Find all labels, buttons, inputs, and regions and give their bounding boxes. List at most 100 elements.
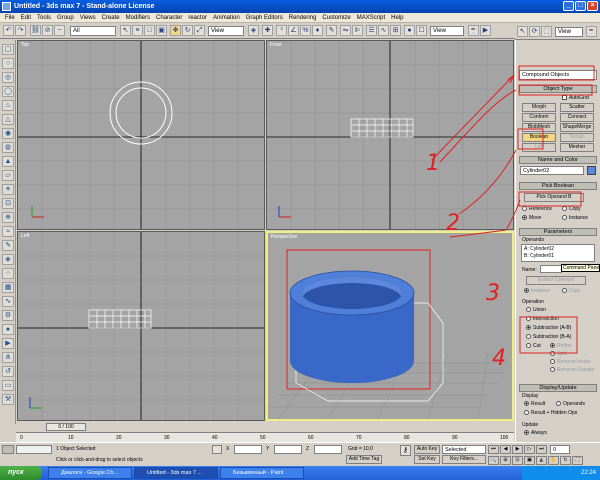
viewport-left[interactable]: Left xyxy=(17,231,265,421)
select-move-icon[interactable]: ✥ xyxy=(170,25,181,36)
cone-icon[interactable]: △ xyxy=(2,114,14,125)
torus-icon[interactable]: ◯ xyxy=(2,86,14,97)
region-select-icon[interactable]: □ xyxy=(144,25,155,36)
split-radio[interactable]: Split xyxy=(550,351,567,357)
previous-frame-icon[interactable]: ◀ xyxy=(500,445,511,454)
bind-spacewarp-icon[interactable]: ~ xyxy=(54,25,65,36)
taskbar-item-paint[interactable]: Безымянный - Paint xyxy=(220,467,304,479)
light-icon[interactable]: ☀ xyxy=(2,184,14,195)
operand-a[interactable]: A: Cylinder02 xyxy=(524,246,554,252)
name-color-rollout[interactable]: Name and Color xyxy=(519,156,597,164)
maxscript-mini-listener[interactable] xyxy=(16,445,52,454)
conform-button[interactable]: Conform xyxy=(522,113,556,122)
helper-icon[interactable]: ⊕ xyxy=(2,212,14,223)
spacewarp-icon[interactable]: ≈ xyxy=(2,226,14,237)
patch-icon[interactable]: ▦ xyxy=(2,282,14,293)
mirror-icon[interactable]: ⇋ xyxy=(340,25,351,36)
pick-boolean-rollout[interactable]: Pick Boolean xyxy=(519,182,597,190)
scatter-button[interactable]: Scatter xyxy=(560,103,594,112)
move-radio[interactable]: Move xyxy=(522,215,541,221)
extract-operand-button[interactable]: Extract Operand xyxy=(526,276,586,285)
render-type-select[interactable]: View xyxy=(430,26,464,36)
material-editor-icon[interactable]: ● xyxy=(404,25,415,36)
fov-icon[interactable]: ◭ xyxy=(536,456,547,465)
add-time-tag-button[interactable]: Add Time Tag xyxy=(346,455,382,464)
angle-snap-icon[interactable]: ∠ xyxy=(288,25,299,36)
boolean-button[interactable]: Boolean xyxy=(522,133,556,142)
render-scene-icon[interactable]: ☐ xyxy=(416,25,427,36)
copy-radio[interactable]: Copy xyxy=(562,206,581,212)
always-radio[interactable]: Always xyxy=(524,430,547,436)
quick-render-icon[interactable]: ☕ xyxy=(468,25,479,36)
key-icon[interactable]: ⚷ xyxy=(400,445,411,456)
category-select[interactable]: Compound Objects xyxy=(519,70,597,80)
key-filters-button[interactable]: Key Filters... xyxy=(442,455,486,464)
subtraction-ab-radio[interactable]: Subtraction (A-B) xyxy=(526,325,571,331)
menu-create[interactable]: Create xyxy=(99,15,123,21)
set-key-button[interactable]: Set Key xyxy=(414,455,440,464)
play-icon[interactable]: ▶ xyxy=(512,445,523,454)
shapemerge-button[interactable]: ShapeMerge xyxy=(560,123,594,132)
menu-graph-editors[interactable]: Graph Editors xyxy=(243,15,286,21)
pivot-center-icon[interactable]: ◈ xyxy=(248,25,259,36)
operands-list[interactable]: A: Cylinder02 B: Cylinder01 xyxy=(521,244,595,262)
motion-icon[interactable]: ↺ xyxy=(2,366,14,377)
pick-operand-button[interactable]: Pick Operand B xyxy=(524,193,584,202)
dynamics-icon[interactable]: ⚙ xyxy=(2,310,14,321)
intersection-radio[interactable]: Intersection xyxy=(526,316,559,322)
select-object-icon[interactable]: ↖ xyxy=(120,25,131,36)
auto-key-button[interactable]: Auto Key xyxy=(414,445,440,454)
menu-tools[interactable]: Tools xyxy=(34,15,54,21)
viewport-top[interactable]: Top xyxy=(17,40,265,230)
start-button[interactable]: пуск xyxy=(0,466,42,480)
link-icon[interactable]: ⛓ xyxy=(30,25,41,36)
zoom-icon[interactable]: 🔍 xyxy=(488,456,499,465)
menu-customize[interactable]: Customize xyxy=(319,15,353,21)
curve-editor-icon[interactable]: ∿ xyxy=(378,25,389,36)
align-icon[interactable]: ⊫ xyxy=(352,25,363,36)
cylinder-icon[interactable]: ◎ xyxy=(2,72,14,83)
refine-radio[interactable]: Refine xyxy=(550,343,571,349)
tube-icon[interactable]: ◍ xyxy=(2,142,14,153)
union-radio[interactable]: Union xyxy=(526,307,546,313)
redo-icon[interactable]: ↷ xyxy=(15,25,26,36)
taskbar-item-3dsmax[interactable]: Untitled - 3ds max 7 ... xyxy=(134,467,218,479)
menu-reactor[interactable]: reactor xyxy=(185,15,210,21)
display-update-rollout[interactable]: Display/Update xyxy=(519,384,597,392)
hierarchy-icon[interactable]: ⋔ xyxy=(2,352,14,363)
clock[interactable]: 22:24 xyxy=(581,470,596,476)
minimize-button[interactable]: _ xyxy=(563,1,574,11)
spinner-snap-icon[interactable]: ♦ xyxy=(312,25,323,36)
lock-selection-icon[interactable] xyxy=(212,445,222,454)
plane-icon[interactable]: ▱ xyxy=(2,170,14,181)
object-color-swatch[interactable] xyxy=(587,166,596,175)
maximize-button[interactable]: □ xyxy=(575,1,586,11)
select-manipulate-icon[interactable]: ✚ xyxy=(262,25,273,36)
zoom-all-icon[interactable]: ⊞ xyxy=(500,456,511,465)
menu-file[interactable]: File xyxy=(2,15,18,21)
time-ruler[interactable]: 0 10 20 30 40 50 60 70 80 90 100 xyxy=(16,432,514,442)
menu-character[interactable]: Character xyxy=(153,15,185,21)
layer-manager-icon[interactable]: ☰ xyxy=(366,25,377,36)
loft-button[interactable]: Loft xyxy=(522,143,556,152)
remove-inside-radio[interactable]: Remove Inside xyxy=(550,359,590,365)
reference-radio[interactable]: Reference xyxy=(522,206,552,212)
operand-b[interactable]: B: Cylinder01 xyxy=(524,253,554,259)
menu-animation[interactable]: Animation xyxy=(210,15,243,21)
key-mode-select[interactable]: Selected xyxy=(442,445,486,454)
remove-outside-radio[interactable]: Remove Outside xyxy=(550,367,594,373)
menu-modifiers[interactable]: Modifiers xyxy=(123,15,153,21)
render-icon-2[interactable]: ▶ xyxy=(2,338,14,349)
z-coordinate-field[interactable] xyxy=(314,445,342,454)
shapes-icon[interactable]: ✎ xyxy=(2,240,14,251)
maxscript-listener-icon[interactable] xyxy=(2,445,14,454)
menu-views[interactable]: Views xyxy=(77,15,99,21)
select-scale-icon[interactable]: ⤢ xyxy=(194,25,205,36)
view-select[interactable]: View xyxy=(555,27,583,37)
parameters-rollout[interactable]: Parameters xyxy=(519,228,597,236)
render-icon[interactable]: ☕ xyxy=(586,26,597,37)
select-by-name-icon[interactable]: ≡ xyxy=(132,25,143,36)
schematic-view-icon[interactable]: ⊞ xyxy=(390,25,401,36)
nurbs-icon[interactable]: ∿ xyxy=(2,296,14,307)
window-crossing-icon[interactable]: ▣ xyxy=(156,25,167,36)
